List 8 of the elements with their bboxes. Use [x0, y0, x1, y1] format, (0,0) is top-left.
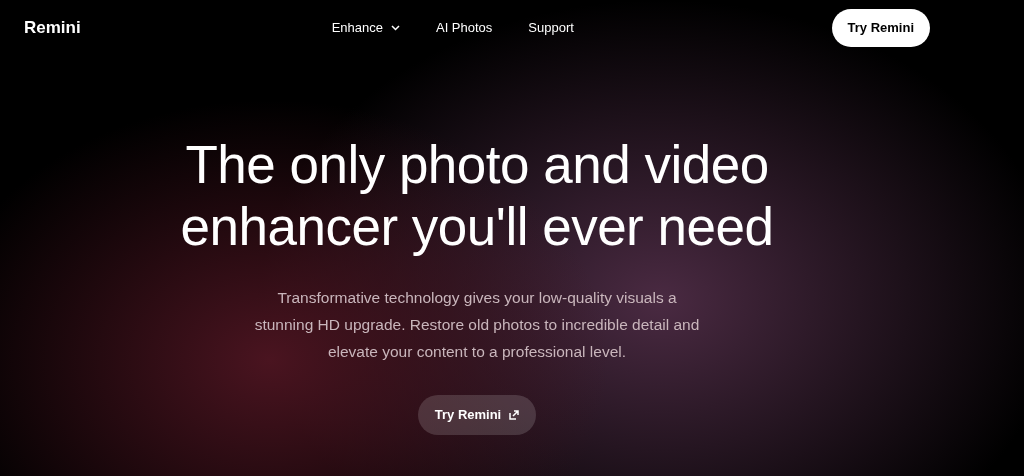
try-remini-button[interactable]: Try Remini: [831, 9, 930, 47]
try-remini-button[interactable]: Try Remini: [417, 395, 537, 435]
nav-link[interactable]: Support: [528, 18, 574, 38]
nav-link[interactable]: Enhance: [331, 18, 400, 38]
headline: The only photo and video enhancer you'll ever need: [180, 134, 774, 258]
nav-link[interactable]: AI Photos: [435, 18, 493, 38]
description: Transformative technology gives your low-quality visuals a stunning HD upgrade. Restore old photos to incredible detail and elevate your content to a professional level.: [253, 288, 701, 362]
logo-text[interactable]: Remini: [24, 15, 224, 41]
